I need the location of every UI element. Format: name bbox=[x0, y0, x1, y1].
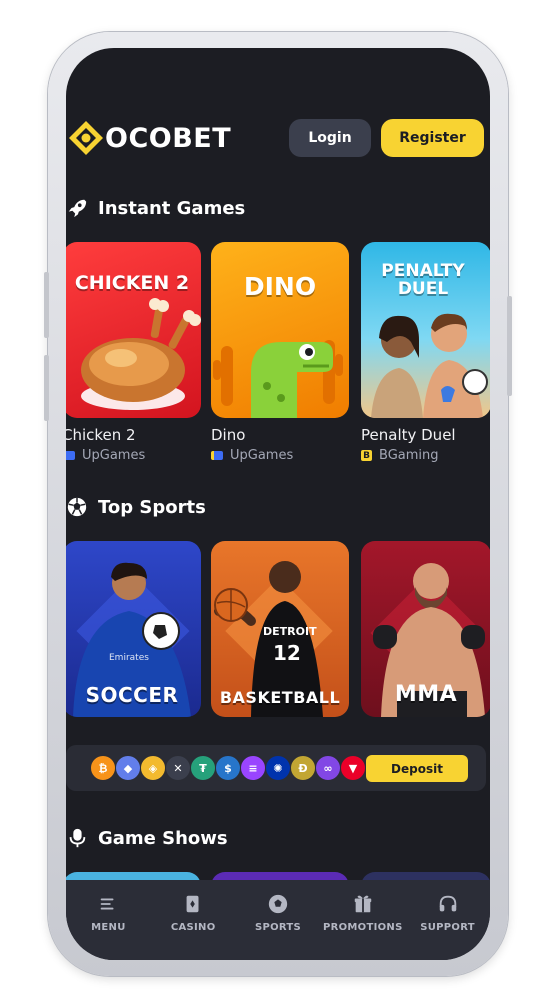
crypto-coins: ₿ ◆ ◈ ✕ ₮ $ ≡ ✺ Ð ∞ ▼ bbox=[90, 755, 366, 781]
game-card-chicken-2[interactable]: CHICKEN 2 bbox=[66, 242, 201, 418]
usd-coin-icon: $ bbox=[215, 755, 241, 781]
solana-icon: ≡ bbox=[240, 755, 266, 781]
binance-icon: ◈ bbox=[140, 755, 166, 781]
game-provider: UpGames bbox=[66, 448, 145, 463]
jersey-team-text: DETROIT bbox=[263, 625, 317, 638]
nav-item-casino[interactable]: CASINO bbox=[151, 880, 236, 960]
gift-icon bbox=[354, 895, 372, 913]
polygon-icon: ∞ bbox=[315, 755, 341, 781]
casino-card-icon bbox=[186, 895, 199, 913]
app-screen: OCOBET Login Register Instant Games CHIC… bbox=[66, 48, 490, 960]
players-illustration bbox=[371, 313, 488, 418]
game-name[interactable]: Chicken 2 bbox=[66, 426, 136, 444]
provider-logo-icon bbox=[211, 451, 223, 460]
microphone-icon bbox=[69, 828, 86, 848]
game-card-dino[interactable]: DINO bbox=[211, 242, 349, 418]
phone-side-button bbox=[44, 355, 49, 421]
register-button[interactable]: Register bbox=[381, 119, 484, 157]
nav-item-menu[interactable]: MENU bbox=[66, 880, 151, 960]
bottom-nav: MENU CASINO SPORTS PROMOTIONS SUPPORT bbox=[66, 880, 490, 960]
section-title-game-shows: Game Shows bbox=[66, 827, 228, 849]
brand-logo[interactable]: OCOBET bbox=[68, 120, 231, 156]
roast-chicken-illustration bbox=[81, 298, 201, 410]
soccer-ball-icon bbox=[268, 894, 288, 914]
tether-icon: ₮ bbox=[190, 755, 216, 781]
soccer-ball-icon bbox=[67, 497, 87, 517]
cardano-icon: ✺ bbox=[265, 755, 291, 781]
deposit-bar: ₿ ◆ ◈ ✕ ₮ $ ≡ ✺ Ð ∞ ▼ Deposit bbox=[66, 745, 486, 791]
login-button[interactable]: Login bbox=[289, 119, 371, 157]
game-provider: B BGaming bbox=[361, 448, 439, 463]
brand-name: OCOBET bbox=[105, 122, 232, 154]
nav-item-sports[interactable]: SPORTS bbox=[236, 880, 321, 960]
xrp-icon: ✕ bbox=[165, 755, 191, 781]
sport-card-basketball[interactable]: DETROIT 12 BASKETBALL bbox=[211, 541, 349, 717]
section-title-instant-games: Instant Games bbox=[66, 197, 245, 219]
provider-logo-icon bbox=[66, 451, 75, 460]
bitcoin-icon: ₿ bbox=[90, 755, 116, 781]
phone-side-button bbox=[44, 272, 49, 338]
phone-side-button bbox=[507, 296, 512, 396]
jersey-number-text: 12 bbox=[273, 641, 301, 665]
nav-item-promotions[interactable]: PROMOTIONS bbox=[320, 880, 405, 960]
sport-card-soccer[interactable]: Emirates SOCCER bbox=[66, 541, 201, 717]
game-name[interactable]: Dino bbox=[211, 426, 245, 444]
bgaming-logo-icon: B bbox=[361, 450, 372, 461]
headset-icon bbox=[439, 895, 456, 912]
nav-item-support[interactable]: SUPPORT bbox=[405, 880, 490, 960]
ethereum-icon: ◆ bbox=[115, 755, 141, 781]
sport-card-mma[interactable]: MMA bbox=[361, 541, 490, 717]
deposit-button[interactable]: Deposit bbox=[366, 755, 468, 782]
game-provider: UpGames bbox=[211, 448, 293, 463]
section-title-top-sports: Top Sports bbox=[66, 496, 206, 518]
dino-illustration bbox=[213, 340, 343, 418]
jersey-sponsor-text: Emirates bbox=[109, 653, 149, 663]
rocket-icon bbox=[68, 199, 87, 218]
dogecoin-icon: Ð bbox=[290, 755, 316, 781]
game-card-penalty-duel[interactable]: PENALTY DUEL bbox=[361, 242, 490, 418]
game-name[interactable]: Penalty Duel bbox=[361, 426, 456, 444]
logo-diamond-icon bbox=[69, 121, 103, 155]
menu-icon bbox=[101, 898, 114, 910]
tron-icon: ▼ bbox=[340, 755, 366, 781]
